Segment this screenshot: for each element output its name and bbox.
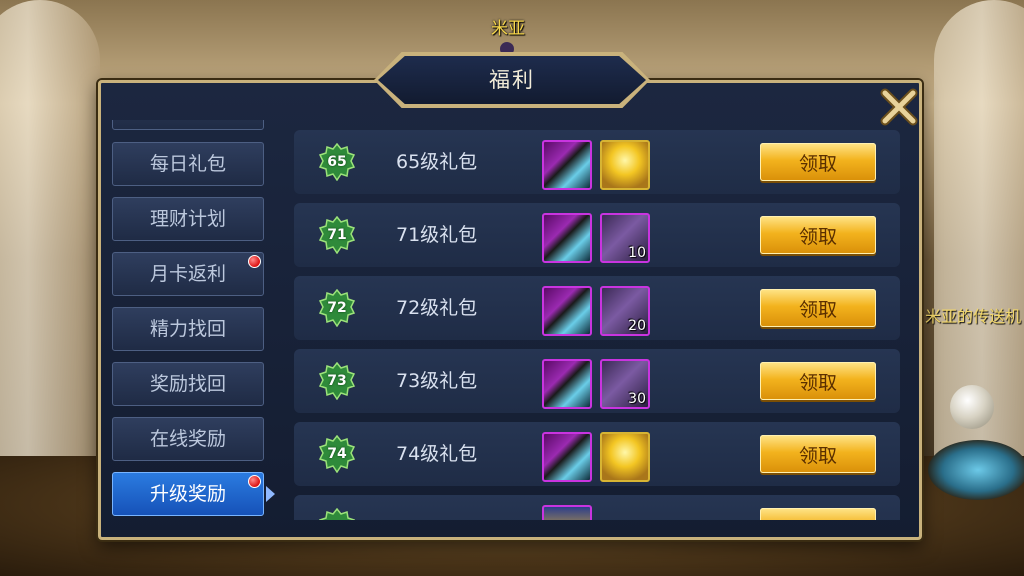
list-item: 73 73级礼包 30 领取 bbox=[294, 349, 900, 413]
gift-pack-label: 72级礼包 bbox=[396, 297, 478, 319]
level-badge-icon: 65 bbox=[318, 142, 356, 182]
level-badge-number: 72 bbox=[327, 300, 347, 316]
claim-button[interactable] bbox=[760, 508, 876, 520]
claim-button[interactable]: 领取 bbox=[760, 143, 876, 181]
weapon-icon[interactable] bbox=[542, 359, 592, 409]
level-badge-number: 65 bbox=[327, 154, 347, 170]
active-tab-arrow-icon bbox=[266, 486, 275, 502]
list-item: 74 74级礼包 领取 bbox=[294, 422, 900, 486]
level-badge-icon: 72 bbox=[318, 288, 356, 328]
gift-pack-label: 71级礼包 bbox=[396, 224, 478, 246]
sidebar-item-label: 月卡返利 bbox=[149, 263, 226, 285]
gift-pack-label: 74级礼包 bbox=[396, 443, 478, 465]
crystal-icon[interactable]: 20 bbox=[600, 286, 650, 336]
golden-book-icon[interactable] bbox=[600, 140, 650, 190]
level-badge-number: 71 bbox=[327, 227, 347, 243]
level-badge-number: 74 bbox=[327, 446, 347, 462]
portal-name-label: 米亚的传送机 bbox=[925, 307, 1022, 326]
sidebar-item-label: 在线奖励 bbox=[149, 428, 226, 450]
claim-button[interactable]: 领取 bbox=[760, 435, 876, 473]
level-badge-icon: 74 bbox=[318, 434, 356, 474]
item-quantity: 10 bbox=[628, 245, 646, 261]
sidebar-item-finance-plan[interactable]: 理财计划 bbox=[112, 197, 264, 241]
shield-icon[interactable] bbox=[542, 505, 592, 520]
claim-button[interactable]: 领取 bbox=[760, 289, 876, 327]
item-quantity: 30 bbox=[628, 391, 646, 407]
sidebar-item-online-reward[interactable]: 在线奖励 bbox=[112, 417, 264, 461]
sidebar-item-label: 精力找回 bbox=[149, 318, 226, 340]
close-x-icon bbox=[880, 88, 918, 126]
crystal-icon[interactable]: 10 bbox=[600, 213, 650, 263]
claim-button[interactable]: 领取 bbox=[760, 216, 876, 254]
sidebar-item-label: 升级奖励 bbox=[149, 483, 226, 505]
weapon-icon[interactable] bbox=[542, 140, 592, 190]
sidebar-menu[interactable]: 每日礼包 理财计划 月卡返利 精力找回 奖励找回 在线奖励 升级奖励 bbox=[112, 120, 268, 520]
claim-button[interactable]: 领取 bbox=[760, 362, 876, 400]
background-orb bbox=[950, 385, 994, 429]
list-item: 65 65级礼包 领取 bbox=[294, 130, 900, 194]
sidebar-item-level-reward[interactable]: 升级奖励 bbox=[112, 472, 264, 516]
level-badge-icon: 71 bbox=[318, 215, 356, 255]
list-item: 72 72级礼包 20 领取 bbox=[294, 276, 900, 340]
sidebar-item-energy-recovery[interactable]: 精力找回 bbox=[112, 307, 264, 351]
sidebar-item-label: 奖励找回 bbox=[149, 373, 226, 395]
level-badge-number: 73 bbox=[327, 373, 347, 389]
gift-pack-label: 65级礼包 bbox=[396, 151, 478, 173]
weapon-icon[interactable] bbox=[542, 432, 592, 482]
dialog-title: 福利 bbox=[489, 68, 535, 92]
list-item: 71 71级礼包 10 领取 bbox=[294, 203, 900, 267]
sidebar-item-daily-gift[interactable]: 每日礼包 bbox=[112, 142, 264, 186]
notification-dot bbox=[248, 475, 261, 488]
sidebar-item-label: 理财计划 bbox=[149, 208, 226, 230]
sidebar-item-reward-recovery[interactable]: 奖励找回 bbox=[112, 362, 264, 406]
sidebar-item-label: 每日礼包 bbox=[149, 153, 226, 175]
sidebar-item-monthly-card[interactable]: 月卡返利 bbox=[112, 252, 264, 296]
notification-dot bbox=[248, 255, 261, 268]
item-quantity: 20 bbox=[628, 318, 646, 334]
level-reward-list[interactable]: 65 65级礼包 领取 71 71级礼包 10 领取 72 72级礼包 20 领… bbox=[294, 128, 900, 520]
level-badge-icon bbox=[318, 507, 356, 520]
list-item-partial bbox=[294, 495, 900, 520]
npc-name-label: 米亚 bbox=[491, 19, 525, 39]
golden-book-icon[interactable] bbox=[600, 432, 650, 482]
weapon-icon[interactable] bbox=[542, 286, 592, 336]
close-button[interactable] bbox=[880, 88, 918, 126]
crystal-icon[interactable]: 30 bbox=[600, 359, 650, 409]
weapon-icon[interactable] bbox=[542, 213, 592, 263]
gift-pack-label: 73级礼包 bbox=[396, 370, 478, 392]
level-badge-icon: 73 bbox=[318, 361, 356, 401]
teleporter-fountain bbox=[928, 440, 1024, 500]
sidebar-item-scrolled[interactable] bbox=[112, 120, 264, 130]
